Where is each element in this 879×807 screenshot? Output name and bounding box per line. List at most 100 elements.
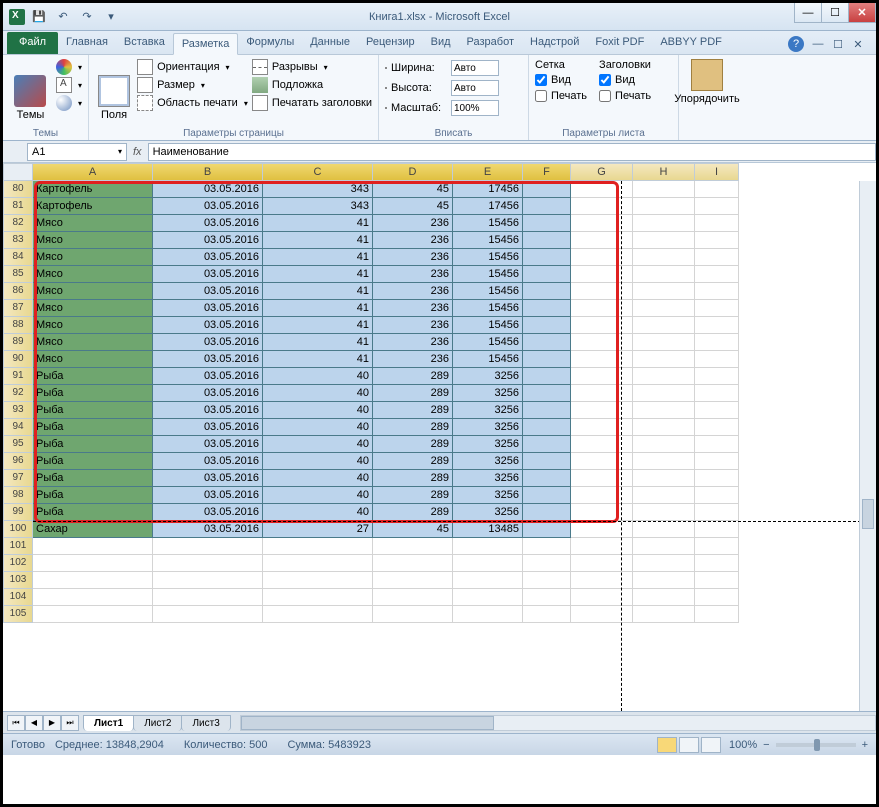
table-row[interactable]: 101 xyxy=(3,538,876,555)
cell[interactable] xyxy=(633,572,695,589)
cell[interactable] xyxy=(633,351,695,368)
cell[interactable] xyxy=(453,606,523,623)
cell[interactable] xyxy=(695,538,739,555)
cell[interactable] xyxy=(523,198,571,215)
cell[interactable] xyxy=(263,538,373,555)
cell[interactable]: 15456 xyxy=(453,232,523,249)
table-row[interactable]: 95Рыба03.05.2016402893256 xyxy=(3,436,876,453)
cell[interactable]: 03.05.2016 xyxy=(153,266,263,283)
cell[interactable]: 27 xyxy=(263,521,373,538)
cell[interactable] xyxy=(633,555,695,572)
zoom-slider[interactable] xyxy=(776,743,856,747)
cell[interactable]: Мясо xyxy=(33,215,153,232)
cell[interactable] xyxy=(571,181,633,198)
cell[interactable]: 41 xyxy=(263,283,373,300)
cell[interactable] xyxy=(453,538,523,555)
cell[interactable] xyxy=(633,181,695,198)
row-header[interactable]: 84 xyxy=(3,249,33,266)
cell[interactable]: 40 xyxy=(263,385,373,402)
cell[interactable] xyxy=(633,385,695,402)
cell[interactable]: 236 xyxy=(373,232,453,249)
cell[interactable] xyxy=(695,487,739,504)
cell[interactable]: 289 xyxy=(373,385,453,402)
cell[interactable]: 03.05.2016 xyxy=(153,181,263,198)
cell[interactable] xyxy=(571,419,633,436)
row-header[interactable]: 101 xyxy=(3,538,33,555)
cell[interactable] xyxy=(523,555,571,572)
cell[interactable]: 289 xyxy=(373,402,453,419)
cell[interactable] xyxy=(571,351,633,368)
cell[interactable] xyxy=(633,538,695,555)
theme-fonts[interactable]: ▾ xyxy=(56,77,82,93)
zoom-out[interactable]: − xyxy=(763,739,769,751)
theme-colors[interactable]: ▾ xyxy=(56,59,82,75)
cell[interactable] xyxy=(263,555,373,572)
cell[interactable]: 15456 xyxy=(453,300,523,317)
select-all-corner[interactable] xyxy=(3,163,33,181)
view-page-break[interactable] xyxy=(701,737,721,753)
tab-home[interactable]: Главная xyxy=(58,32,116,54)
cell[interactable] xyxy=(523,351,571,368)
help-icon[interactable]: ? xyxy=(788,36,804,52)
cell[interactable] xyxy=(571,606,633,623)
cell[interactable]: Мясо xyxy=(33,334,153,351)
cell[interactable] xyxy=(373,606,453,623)
cell[interactable] xyxy=(633,453,695,470)
background-button[interactable]: Подложка xyxy=(252,77,372,93)
cell[interactable]: Мясо xyxy=(33,300,153,317)
cell[interactable]: 289 xyxy=(373,470,453,487)
cell[interactable] xyxy=(571,334,633,351)
cell[interactable]: 03.05.2016 xyxy=(153,351,263,368)
cell[interactable] xyxy=(523,232,571,249)
cell[interactable] xyxy=(695,555,739,572)
cell[interactable] xyxy=(695,198,739,215)
cell[interactable] xyxy=(633,249,695,266)
doc-minimize[interactable]: — xyxy=(808,34,828,54)
col-header-G[interactable]: G xyxy=(571,163,633,181)
cell[interactable]: 45 xyxy=(373,521,453,538)
print-area-button[interactable]: Область печати▾ xyxy=(137,95,248,111)
table-row[interactable]: 102 xyxy=(3,555,876,572)
cell[interactable]: 15456 xyxy=(453,317,523,334)
cell[interactable] xyxy=(523,368,571,385)
cell[interactable] xyxy=(33,606,153,623)
cell[interactable]: 03.05.2016 xyxy=(153,436,263,453)
cell[interactable]: 15456 xyxy=(453,249,523,266)
col-header-I[interactable]: I xyxy=(695,163,739,181)
row-header[interactable]: 83 xyxy=(3,232,33,249)
cell[interactable] xyxy=(571,300,633,317)
cell[interactable]: 41 xyxy=(263,215,373,232)
row-header[interactable]: 82 xyxy=(3,215,33,232)
cell[interactable] xyxy=(33,538,153,555)
cell[interactable] xyxy=(633,504,695,521)
doc-close[interactable]: ✕ xyxy=(848,34,868,54)
cell[interactable]: 40 xyxy=(263,402,373,419)
qat-undo[interactable]: ↶ xyxy=(53,7,73,27)
cell[interactable]: 17456 xyxy=(453,198,523,215)
cell[interactable] xyxy=(571,368,633,385)
cell[interactable]: 03.05.2016 xyxy=(153,317,263,334)
cell[interactable]: 15456 xyxy=(453,215,523,232)
cell[interactable] xyxy=(523,436,571,453)
zoom-in[interactable]: + xyxy=(862,739,868,751)
col-header-B[interactable]: B xyxy=(153,163,263,181)
table-row[interactable]: 104 xyxy=(3,589,876,606)
table-row[interactable]: 93Рыба03.05.2016402893256 xyxy=(3,402,876,419)
cell[interactable]: 03.05.2016 xyxy=(153,487,263,504)
cell[interactable]: 15456 xyxy=(453,351,523,368)
cell[interactable] xyxy=(33,572,153,589)
cell[interactable]: 40 xyxy=(263,419,373,436)
cell[interactable]: 03.05.2016 xyxy=(153,470,263,487)
cell[interactable] xyxy=(633,266,695,283)
formula-input[interactable]: Наименование xyxy=(148,143,876,161)
table-row[interactable]: 105 xyxy=(3,606,876,623)
cell[interactable] xyxy=(695,453,739,470)
cell[interactable] xyxy=(695,419,739,436)
table-row[interactable]: 89Мясо03.05.20164123615456 xyxy=(3,334,876,351)
cell[interactable] xyxy=(695,283,739,300)
cell[interactable]: 41 xyxy=(263,334,373,351)
cell[interactable]: 03.05.2016 xyxy=(153,249,263,266)
cell[interactable] xyxy=(33,589,153,606)
cell[interactable]: 289 xyxy=(373,436,453,453)
cell[interactable]: 03.05.2016 xyxy=(153,521,263,538)
